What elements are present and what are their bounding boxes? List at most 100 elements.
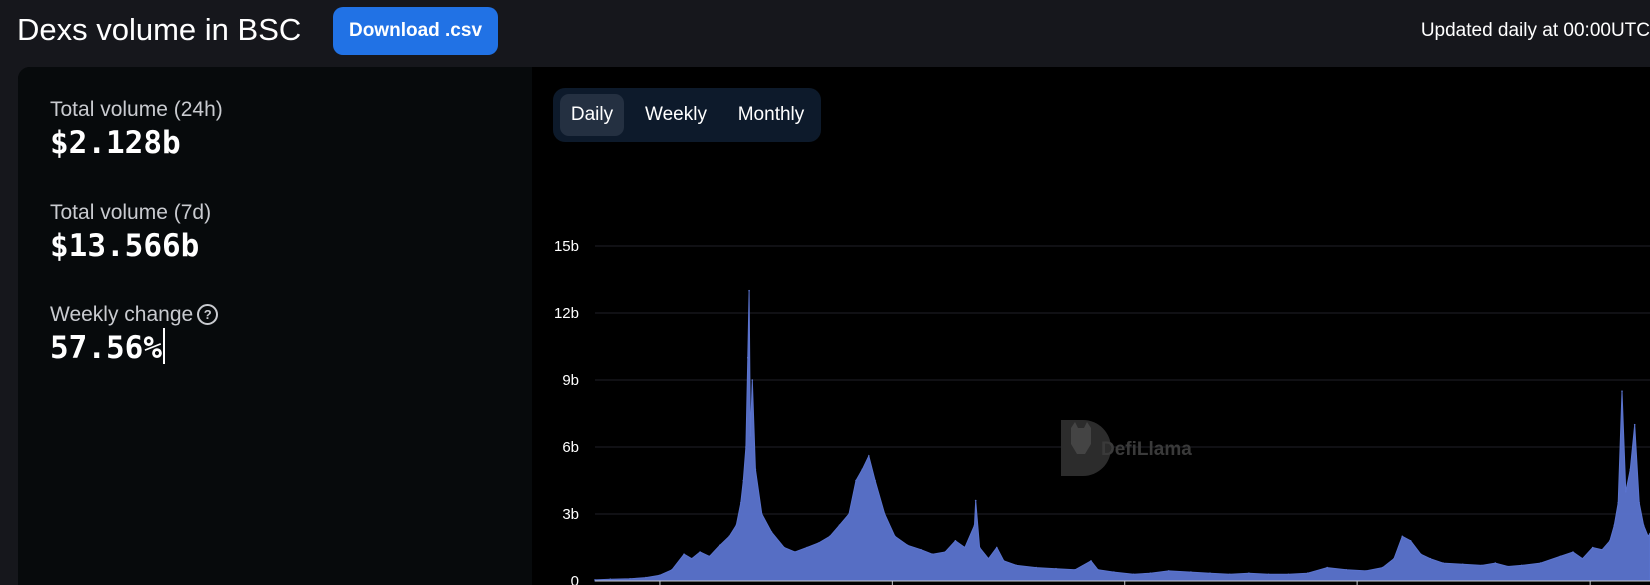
- data-point: [868, 455, 870, 457]
- data-point: [1132, 573, 1135, 576]
- data-point: [944, 551, 946, 553]
- data-point: [1113, 571, 1115, 573]
- data-point: [1629, 468, 1632, 471]
- tab-monthly[interactable]: Monthly: [725, 94, 817, 136]
- data-point: [861, 468, 864, 471]
- data-point: [1035, 566, 1037, 569]
- data-point: [1267, 573, 1270, 576]
- question-circle-icon[interactable]: ?: [197, 304, 219, 325]
- data-point: [645, 576, 647, 579]
- text-cursor: [162, 328, 165, 364]
- volume-chart: DefiLlama 03b6b9b12b15b20212022202320242…: [554, 238, 1650, 585]
- axis-layer: 03b6b9b12b15b20212022202320242025: [554, 238, 1650, 585]
- data-point: [1613, 524, 1616, 526]
- data-point: [1401, 535, 1404, 538]
- stat-label: Total volume (24h): [50, 98, 223, 121]
- series-layer: [594, 289, 1650, 582]
- data-point: [1345, 569, 1348, 571]
- data-point: [691, 557, 693, 560]
- data-point: [954, 540, 957, 542]
- data-point: [1015, 564, 1018, 567]
- series-area: [594, 290, 1650, 582]
- data-point: [1381, 566, 1384, 569]
- data-point: [1617, 502, 1619, 504]
- data-point: [783, 546, 785, 549]
- stat-value: 57.56%: [50, 328, 218, 368]
- data-point: [740, 502, 742, 504]
- data-point: [1494, 562, 1497, 564]
- stat-volume-24h: Total volume (24h) $2.128b: [50, 97, 223, 163]
- data-point: [1090, 560, 1092, 562]
- data-point: [974, 499, 977, 502]
- data-point: [794, 551, 796, 553]
- volume-card: Total volume (24h) $2.128b Total volume …: [18, 67, 1650, 585]
- data-point: [699, 551, 701, 553]
- data-point: [1481, 564, 1483, 567]
- data-point: [931, 553, 934, 555]
- data-point: [1409, 540, 1412, 542]
- data-point: [978, 546, 981, 549]
- data-point: [683, 553, 685, 555]
- data-point: [751, 379, 754, 381]
- data-point: [855, 479, 857, 482]
- data-point: [609, 578, 612, 580]
- data-point: [1507, 565, 1509, 568]
- y-tick-label: 0: [571, 573, 579, 585]
- data-point: [1248, 572, 1250, 574]
- y-tick-label: 6b: [562, 439, 579, 456]
- data-point: [964, 546, 966, 549]
- y-tick-label: 15b: [554, 238, 579, 255]
- data-point: [1591, 546, 1594, 549]
- data-point: [829, 535, 831, 538]
- data-point: [745, 446, 747, 448]
- data-point: [848, 513, 850, 515]
- data-point: [1097, 569, 1099, 571]
- data-point: [973, 524, 976, 526]
- page-title: Dexs volume in BSC: [17, 12, 302, 47]
- page-header: Dexs volume in BSC Download .csv Updated…: [0, 0, 1650, 64]
- watermark: DefiLlama: [1061, 420, 1192, 476]
- data-point: [747, 356, 749, 359]
- y-tick-label: 12b: [554, 305, 579, 322]
- data-point: [1074, 569, 1076, 571]
- data-point: [754, 468, 757, 471]
- data-point: [906, 544, 909, 547]
- data-point: [1287, 573, 1290, 576]
- data-point: [806, 546, 808, 549]
- data-point: [1190, 571, 1192, 573]
- granularity-tabs: Daily Weekly Monthly: [553, 88, 821, 142]
- watermark-text: DefiLlama: [1101, 439, 1192, 460]
- data-point: [838, 524, 841, 526]
- data-point: [719, 544, 721, 547]
- data-point: [1581, 557, 1584, 560]
- stat-label: Weekly change?: [50, 302, 219, 328]
- data-point: [728, 535, 731, 538]
- data-point: [1055, 567, 1057, 570]
- data-point: [1429, 557, 1432, 560]
- data-point: [1642, 524, 1645, 526]
- data-point: [1621, 390, 1623, 392]
- tab-daily[interactable]: Daily: [560, 94, 624, 136]
- data-point: [1393, 557, 1395, 560]
- stat-value: $2.128b: [50, 125, 181, 161]
- stat-label-text: Weekly change: [50, 303, 194, 326]
- data-point: [987, 557, 990, 560]
- data-point: [1638, 502, 1640, 504]
- data-point: [761, 513, 763, 515]
- data-point: [1167, 570, 1170, 572]
- stat-weekly-change: Weekly change? 57.56%: [50, 302, 219, 368]
- data-point: [1326, 566, 1328, 569]
- data-point: [883, 513, 886, 515]
- data-point: [658, 574, 661, 577]
- data-point: [1520, 564, 1523, 567]
- data-point: [996, 546, 998, 549]
- data-point: [1420, 553, 1422, 555]
- download-csv-button[interactable]: Download .csv: [333, 7, 498, 55]
- data-point: [1149, 572, 1151, 574]
- data-point: [1647, 535, 1649, 538]
- tab-weekly[interactable]: Weekly: [631, 94, 721, 136]
- data-point: [1572, 551, 1574, 553]
- data-point: [1609, 540, 1611, 542]
- data-point: [742, 479, 745, 482]
- data-point: [671, 569, 673, 571]
